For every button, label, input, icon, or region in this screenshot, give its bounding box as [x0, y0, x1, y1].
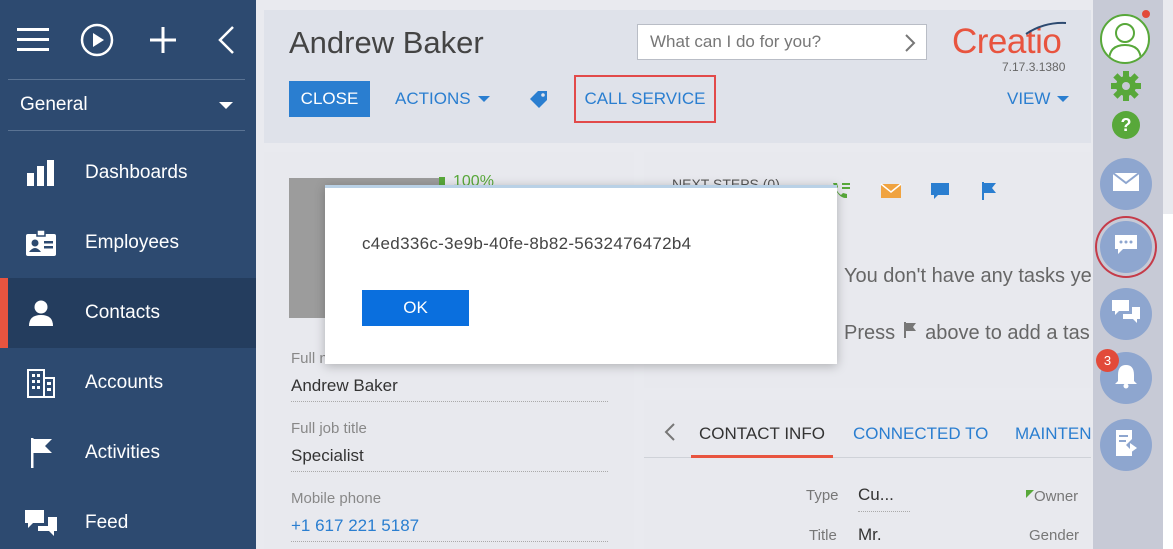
dialog-message: c4ed336c-3e9b-40fe-8b82-5632476472b4	[362, 234, 692, 253]
ok-button[interactable]: OK	[362, 290, 469, 326]
message-dialog: c4ed336c-3e9b-40fe-8b82-5632476472b4 OK	[325, 185, 837, 364]
modal-overlay: c4ed336c-3e9b-40fe-8b82-5632476472b4 OK	[0, 0, 1173, 549]
